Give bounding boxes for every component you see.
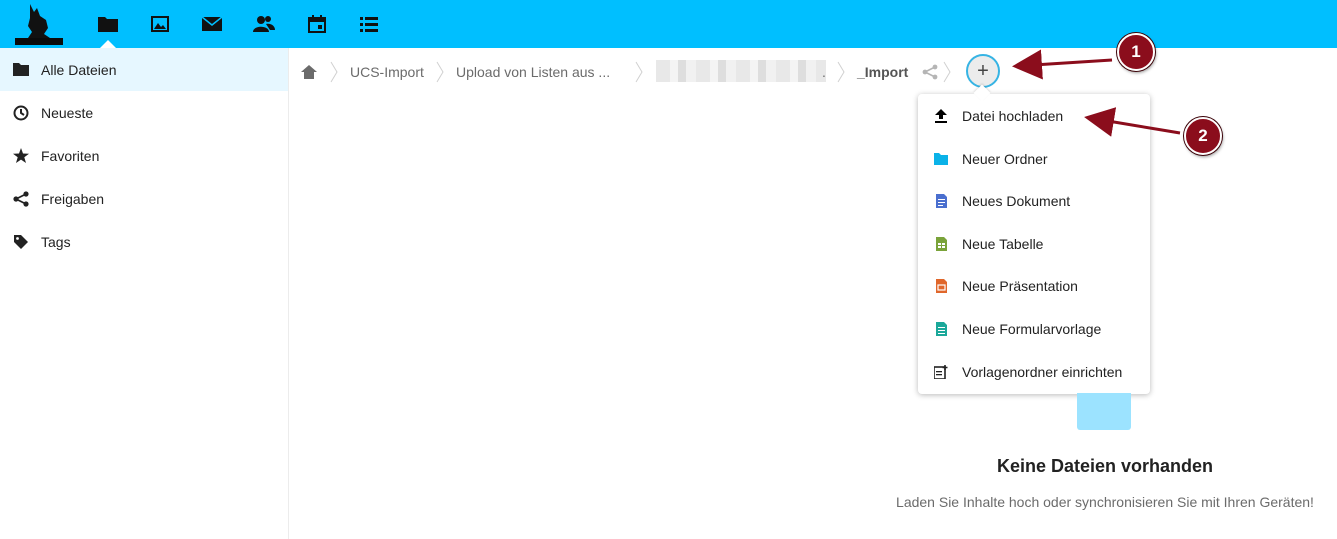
presentation-icon <box>934 278 948 294</box>
menu-item-new-spreadsheet[interactable]: Neue Tabelle <box>918 223 1150 265</box>
breadcrumb-separator-icon <box>436 61 444 83</box>
share-icon <box>922 64 938 80</box>
sidebar-item-shares[interactable]: Freigaben <box>0 177 288 220</box>
breadcrumb-separator-icon <box>943 61 951 83</box>
annotation-badge-1: 1 <box>1117 33 1155 71</box>
sidebar-item-tags[interactable]: Tags <box>0 220 288 263</box>
breadcrumb-home[interactable] <box>300 48 318 96</box>
breadcrumb-separator-icon <box>837 61 845 83</box>
share-icon <box>12 190 29 207</box>
breadcrumb-item-current[interactable]: _Import <box>857 48 908 96</box>
plus-icon: + <box>977 59 989 82</box>
folder-icon <box>12 61 29 78</box>
contacts-icon <box>253 16 275 32</box>
spreadsheet-icon <box>934 236 948 252</box>
menu-item-setup-template-folder[interactable]: Vorlagenordner einrichten <box>918 351 1150 393</box>
document-icon <box>934 193 948 209</box>
sidebar-item-favorites[interactable]: Favoriten <box>0 134 288 177</box>
breadcrumb-separator-icon <box>635 61 643 83</box>
menu-item-new-form-template[interactable]: Neue Formularvorlage <box>918 308 1150 350</box>
folder-icon <box>98 17 118 32</box>
menu-item-new-folder[interactable]: Neuer Ordner <box>918 138 1150 180</box>
share-folder-button[interactable] <box>922 48 938 96</box>
breadcrumb-item-redacted[interactable] <box>656 60 826 82</box>
template-folder-icon <box>934 364 948 380</box>
annotation-arrow-1 <box>1012 49 1113 80</box>
mail-icon <box>201 16 223 31</box>
breadcrumb-item-upload[interactable]: Upload von Listen aus ... <box>456 48 610 96</box>
tasks-app-icon[interactable] <box>357 12 381 36</box>
sidebar-item-label: Neueste <box>41 104 94 121</box>
new-item-button[interactable]: + <box>966 54 1000 88</box>
sidebar-item-recent[interactable]: Neueste <box>0 91 288 134</box>
empty-folder-icon <box>1077 393 1131 430</box>
empty-state-description: Laden Sie Inhalte hoch oder synchronisie… <box>896 494 1314 510</box>
star-icon <box>12 147 29 164</box>
tag-icon <box>12 233 29 250</box>
clock-icon <box>12 104 29 121</box>
contacts-app-icon[interactable] <box>252 12 276 36</box>
photos-app-icon[interactable] <box>148 12 172 36</box>
menu-item-new-document[interactable]: Neues Dokument <box>918 180 1150 222</box>
calendar-app-icon[interactable] <box>305 12 329 36</box>
logo[interactable] <box>10 2 68 46</box>
breadcrumb-separator-icon <box>330 61 338 83</box>
menu-item-upload-file[interactable]: Datei hochladen <box>918 95 1150 137</box>
menu-item-new-presentation[interactable]: Neue Präsentation <box>918 265 1150 307</box>
breadcrumb-redacted-suffix: . <box>822 64 826 80</box>
calendar-icon <box>308 15 326 33</box>
sidebar-item-label: Freigaben <box>41 190 105 207</box>
breadcrumb-item-ucs-import[interactable]: UCS-Import <box>350 48 424 96</box>
form-icon <box>934 321 948 337</box>
sidebar-item-label: Alle Dateien <box>41 61 117 78</box>
folder-icon <box>934 151 948 167</box>
annotation-badge-2: 2 <box>1184 117 1222 155</box>
sidebar-item-all-files[interactable]: Alle Dateien <box>0 48 288 91</box>
sidebar-item-label: Tags <box>41 233 71 250</box>
sidebar-item-label: Favoriten <box>41 147 100 164</box>
empty-state-title: Keine Dateien vorhanden <box>996 456 1214 476</box>
image-icon <box>151 16 169 32</box>
upload-icon <box>934 108 948 124</box>
list-icon <box>360 17 378 32</box>
new-item-menu: Datei hochladen Neuer Ordner Neues Dokum… <box>918 94 1150 394</box>
mail-app-icon[interactable] <box>200 12 224 36</box>
files-app-icon[interactable] <box>96 12 120 36</box>
sidebar: Alle Dateien Neueste Favoriten Freigaben… <box>0 48 289 539</box>
wolf-logo-icon <box>15 4 63 45</box>
home-icon <box>301 65 317 79</box>
active-app-indicator <box>100 40 116 48</box>
